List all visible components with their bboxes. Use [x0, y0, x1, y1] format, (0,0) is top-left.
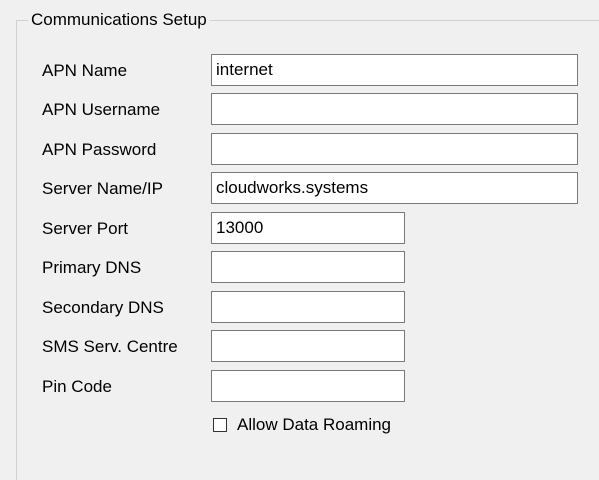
group-title: Communications Setup — [28, 9, 210, 31]
sms-centre-input[interactable] — [211, 330, 405, 362]
apn-name-label: APN Name — [42, 61, 128, 80]
sms-centre-label: SMS Serv. Centre — [42, 337, 178, 356]
communications-setup-group — [16, 20, 599, 480]
server-port-label: Server Port — [42, 219, 128, 238]
allow-roaming-checkbox[interactable] — [213, 418, 227, 432]
server-name-input[interactable] — [211, 172, 578, 204]
primary-dns-label: Primary DNS — [42, 258, 142, 277]
primary-dns-input[interactable] — [211, 251, 405, 283]
server-name-label: Server Name/IP — [42, 179, 163, 198]
apn-password-input[interactable] — [211, 133, 578, 165]
secondary-dns-label: Secondary DNS — [42, 298, 164, 317]
secondary-dns-input[interactable] — [211, 291, 405, 323]
pin-code-input[interactable] — [211, 370, 405, 402]
apn-password-label: APN Password — [42, 140, 157, 159]
allow-roaming-label[interactable]: Allow Data Roaming — [237, 414, 391, 436]
apn-username-label: APN Username — [42, 100, 161, 119]
server-port-input[interactable] — [211, 212, 405, 244]
pin-code-label: Pin Code — [42, 377, 112, 396]
apn-username-input[interactable] — [211, 93, 578, 125]
apn-name-input[interactable] — [211, 54, 578, 86]
allow-roaming-option[interactable]: Allow Data Roaming — [213, 414, 391, 436]
